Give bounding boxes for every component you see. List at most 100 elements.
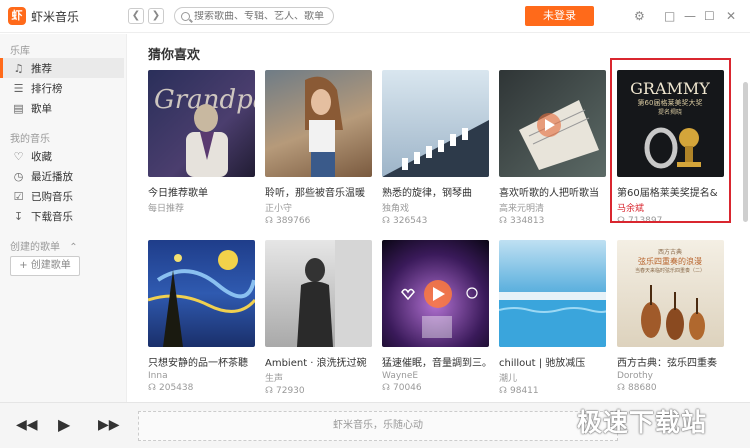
play-count: ☊ 88680	[617, 383, 657, 393]
sidebar-item-purchased[interactable]: ☑ 已购音乐	[0, 186, 124, 206]
headphones-icon: ☊	[499, 216, 507, 226]
sidebar-item-downloads[interactable]: ↧ 下载音乐	[0, 206, 124, 226]
settings-gear-icon[interactable]: ⚙	[634, 9, 645, 23]
play-count: ☊ 334813	[499, 216, 545, 226]
card-title[interactable]: 猛速催眠，音量調到三。	[382, 354, 489, 369]
play-count: ☊ 326543	[382, 216, 428, 226]
music-note-icon: ♫	[13, 61, 24, 75]
playlist-icon: ▤	[13, 101, 24, 115]
playlist-card[interactable]: 只想安静的品一杯茶聽 Inna ☊ 205438	[148, 240, 255, 393]
playlist-card[interactable]: 西方古典 弦乐四重奏的浪漫 当春天来临时弦乐四重奏（二） 西方古典：弦乐四重奏 …	[617, 240, 724, 393]
search-box[interactable]	[174, 7, 334, 25]
library-section-title: 乐库	[10, 46, 30, 57]
clock-icon: ◷	[13, 169, 24, 183]
previous-track-icon[interactable]: ◀◀	[16, 417, 38, 433]
svg-text:当春天来临时弦乐四重奏（二）: 当春天来临时弦乐四重奏（二）	[635, 267, 705, 274]
headphones-icon: ☊	[148, 383, 156, 393]
playlist-card[interactable]: Grandpa 今日推荐歌单 每日推荐	[148, 70, 255, 214]
sidebar: 乐库 ♫ 推荐 ☰ 排行榜 ▤ 歌单 我的音乐 ♡ 收藏 ◷ 最近播放 ☑ 已购…	[0, 34, 127, 402]
card-title[interactable]: 熟悉的旋律，钢琴曲	[382, 184, 489, 199]
maximize-icon[interactable]: ☐	[704, 9, 715, 23]
cover-piano-art	[382, 120, 489, 177]
playlist-card[interactable]: 聆听，那些被音乐温暖 正小守 ☊ 389766	[265, 70, 372, 226]
play-icon[interactable]: ▶	[58, 417, 70, 433]
back-button[interactable]: ❮	[128, 8, 144, 24]
cover-image[interactable]	[382, 70, 489, 177]
card-author[interactable]: 每日推荐	[148, 201, 255, 214]
forward-button[interactable]: ❯	[148, 8, 164, 24]
headphones-icon: ☊	[382, 216, 390, 226]
heart-icon: ♡	[13, 149, 24, 163]
card-author[interactable]: Dorothy	[617, 371, 724, 381]
cart-icon: ☑	[13, 189, 24, 203]
cover-image[interactable]	[265, 240, 372, 347]
card-author[interactable]: Inna	[148, 371, 255, 381]
playlist-card[interactable]: Ambient · 浪洗抚过碗 生声 ☊ 72930	[265, 240, 372, 396]
playlist-card[interactable]: 熟悉的旋律，钢琴曲 独角戏 ☊ 326543	[382, 70, 489, 226]
card-author[interactable]: WayneE	[382, 371, 489, 381]
heart-icon[interactable]	[401, 288, 415, 301]
cover-image[interactable]	[148, 240, 255, 347]
app-name: 虾米音乐	[31, 9, 80, 24]
headphones-icon: ☊	[617, 383, 625, 393]
sidebar-item-charts[interactable]: ☰ 排行榜	[0, 78, 124, 98]
playlist-card[interactable]: 猛速催眠，音量調到三。 WayneE ☊ 70046	[382, 240, 489, 393]
sidebar-item-playlists[interactable]: ▤ 歌单	[0, 98, 124, 118]
cover-book-art	[519, 100, 599, 170]
playlist-card[interactable]: 喜欢听歌的人把听歌当 高来元明清 ☊ 334813	[499, 70, 606, 226]
card-author[interactable]: 潮儿	[499, 371, 606, 384]
search-icon	[181, 11, 190, 21]
chevron-up-icon: ⌃	[69, 242, 78, 253]
create-playlist-button[interactable]: + 创建歌单	[10, 256, 80, 276]
card-title[interactable]: 今日推荐歌单	[148, 184, 255, 199]
now-playing-area[interactable]: 虾米音乐，乐随心动	[138, 411, 618, 441]
card-author[interactable]: 独角戏	[382, 201, 489, 214]
sidebar-item-recommend[interactable]: ♫ 推荐	[0, 58, 124, 78]
card-title[interactable]: 西方古典：弦乐四重奏	[617, 354, 724, 369]
page-title: 猜你喜欢	[148, 48, 201, 63]
main-content: 猜你喜欢 Grandpa 今日推荐歌单 每日推荐 聆听，那些被音乐温暖 正小守 …	[128, 34, 750, 402]
cover-light-art	[401, 280, 478, 338]
title-bar: 虾 虾米音乐 ❮ ❯ 未登录 ⚙ □ — ☐ ✕	[0, 0, 750, 33]
login-button[interactable]: 未登录	[525, 6, 594, 26]
created-playlists-title[interactable]: 创建的歌单 ⌃	[10, 238, 78, 253]
app-logo[interactable]: 虾 虾米音乐	[8, 7, 79, 25]
card-title[interactable]: 聆听，那些被音乐温暖	[265, 184, 372, 199]
selection-highlight	[610, 58, 731, 223]
headphones-icon: ☊	[265, 216, 273, 226]
card-title[interactable]: Ambient · 浪洗抚过碗	[265, 354, 372, 369]
minimize-icon[interactable]: —	[684, 9, 696, 23]
more-icon[interactable]	[466, 287, 478, 299]
card-title[interactable]: chillout | 驰放减压	[499, 354, 606, 369]
cover-image[interactable]	[265, 70, 372, 177]
search-input[interactable]	[194, 10, 324, 22]
card-author[interactable]: 高来元明清	[499, 201, 606, 214]
card-author[interactable]: 生声	[265, 371, 372, 384]
card-title[interactable]: 只想安静的品一杯茶聽	[148, 354, 255, 369]
cover-pool-art	[499, 292, 606, 347]
sidebar-item-recent[interactable]: ◷ 最近播放	[0, 166, 124, 186]
download-icon: ↧	[13, 209, 24, 223]
cover-violin-art: 西方古典 弦乐四重奏的浪漫 当春天来临时弦乐四重奏（二）	[635, 248, 705, 340]
next-track-icon[interactable]: ▶▶	[98, 417, 120, 433]
cover-image[interactable]	[499, 240, 606, 347]
cover-portrait-art: Grandpa	[154, 85, 255, 177]
play-count: ☊ 72930	[265, 386, 305, 396]
playlist-card[interactable]: chillout | 驰放减压 潮儿 ☊ 98411	[499, 240, 606, 396]
card-title[interactable]: 喜欢听歌的人把听歌当	[499, 184, 606, 199]
cover-image[interactable]	[382, 240, 489, 347]
vertical-scrollbar[interactable]	[743, 82, 748, 222]
cover-image[interactable]	[499, 70, 606, 177]
sidebar-item-label: 歌单	[31, 102, 52, 115]
sidebar-item-favorites[interactable]: ♡ 收藏	[0, 146, 124, 166]
sidebar-item-label: 已购音乐	[31, 190, 73, 203]
watermark: 极速下载站	[577, 408, 708, 437]
cover-image[interactable]: 西方古典 弦乐四重奏的浪漫 当春天来临时弦乐四重奏（二）	[617, 240, 724, 347]
close-icon[interactable]: ✕	[726, 9, 736, 23]
cover-image[interactable]: Grandpa	[148, 70, 255, 177]
cover-girl-art	[305, 76, 343, 177]
sidebar-item-label: 收藏	[31, 150, 52, 163]
card-author[interactable]: 正小守	[265, 201, 372, 214]
xiami-logo-icon: 虾	[8, 7, 26, 25]
mini-mode-icon[interactable]: □	[664, 9, 675, 23]
